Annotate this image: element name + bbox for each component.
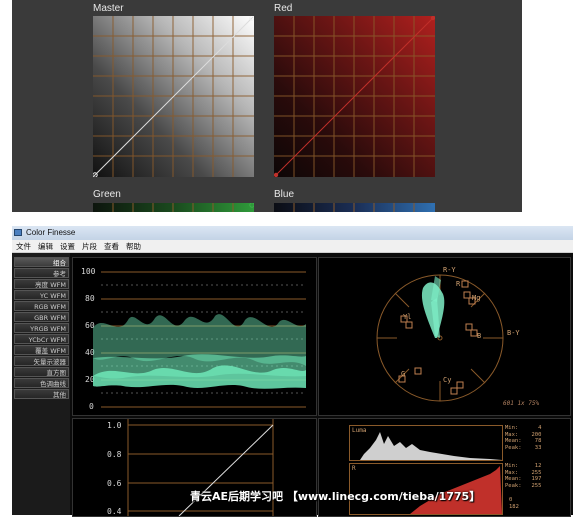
sidebar-item-other[interactable]: 其他 (14, 389, 69, 399)
sidebar-item-composite[interactable]: 组合 (14, 257, 69, 267)
green-curve-title: Green (93, 189, 121, 200)
red-curve-editor[interactable] (274, 16, 435, 177)
title-bar: Color Finesse (12, 226, 573, 240)
app-icon (14, 229, 22, 236)
vec-label-ry: R-Y (443, 266, 456, 274)
vectorscope-footnote: 601 1x 75% (503, 400, 540, 407)
curves-panel (12, 0, 522, 212)
green-curve-grid (112, 203, 254, 212)
green-curve-editor[interactable] (93, 203, 254, 212)
menu-file[interactable]: 文件 (16, 241, 31, 252)
vec-label-r: R (456, 280, 461, 288)
vec-label-yl: Yl (403, 313, 412, 321)
sidebar-item-yc-wfm[interactable]: YC WFM (14, 290, 69, 300)
waveform-monitor: 100 80 60 40 20 0 (72, 257, 317, 416)
menu-edit[interactable]: 编辑 (38, 241, 53, 252)
sidebar-item-reference[interactable]: 参考 (14, 268, 69, 278)
sidebar-item-luma-wfm[interactable]: 亮度 WFM (14, 279, 69, 289)
blue-curve-editor[interactable] (274, 203, 435, 212)
red-extra-stats: 0 182 (509, 497, 519, 510)
blue-curve-grid (293, 203, 435, 212)
sidebar-item-tone-curve[interactable]: 色调曲线 (14, 378, 69, 388)
menu-settings[interactable]: 设置 (60, 241, 75, 252)
luma-histogram-bars (360, 432, 502, 460)
sidebar-item-overlay-wfm[interactable]: 覆盖 WFM (14, 345, 69, 355)
sidebar-item-histogram[interactable]: 直方图 (14, 367, 69, 377)
sidebar-item-ycbcr-wfm[interactable]: YCbCr WFM (14, 334, 69, 344)
vec-label-by: B-Y (507, 329, 520, 337)
sidebar: 组合 参考 亮度 WFM YC WFM RGB WFM GBR WFM YRGB… (12, 253, 70, 515)
sidebar-item-yrgb-wfm[interactable]: YRGB WFM (14, 323, 69, 333)
vec-label-b: B (477, 332, 482, 340)
red-stats: Min: 12 Max: 255 Mean: 197 Peak: 255 (505, 463, 542, 489)
master-curve-grid (93, 16, 254, 177)
watermark-text: 青云AE后期学习吧 【www.linecg.com/tieba/1775】 (190, 490, 481, 503)
master-curve-editor[interactable] (93, 16, 254, 177)
menu-bar: 文件 编辑 设置 片段 查看 帮助 (12, 240, 573, 253)
vec-label-g: G (401, 370, 406, 378)
vectorscope-display (376, 274, 504, 402)
menu-help[interactable]: 帮助 (126, 241, 141, 252)
blue-curve-title: Blue (274, 189, 295, 200)
sidebar-item-gbr-wfm[interactable]: GBR WFM (14, 312, 69, 322)
red-curve-grid (274, 16, 435, 177)
menu-view[interactable]: 查看 (104, 241, 119, 252)
window-title: Color Finesse (26, 228, 76, 237)
luma-histogram: Luma (349, 425, 503, 461)
vec-label-cy: Cy (443, 376, 452, 384)
luma-stats: Min: 4 Max: 200 Mean: 78 Peak: 33 (505, 425, 542, 451)
menu-clip[interactable]: 片段 (82, 241, 97, 252)
waveform-display (93, 271, 306, 408)
vec-label-mg: Mg (472, 294, 481, 302)
vectorscope: R-Y B-Y Mg Yl Cy R G B 601 1x 75% (318, 257, 571, 416)
red-curve-title: Red (274, 3, 293, 14)
master-curve-title: Master (93, 3, 124, 14)
sidebar-item-rgb-wfm[interactable]: RGB WFM (14, 301, 69, 311)
sidebar-item-vectorscope[interactable]: 矢量示波器 (14, 356, 69, 366)
